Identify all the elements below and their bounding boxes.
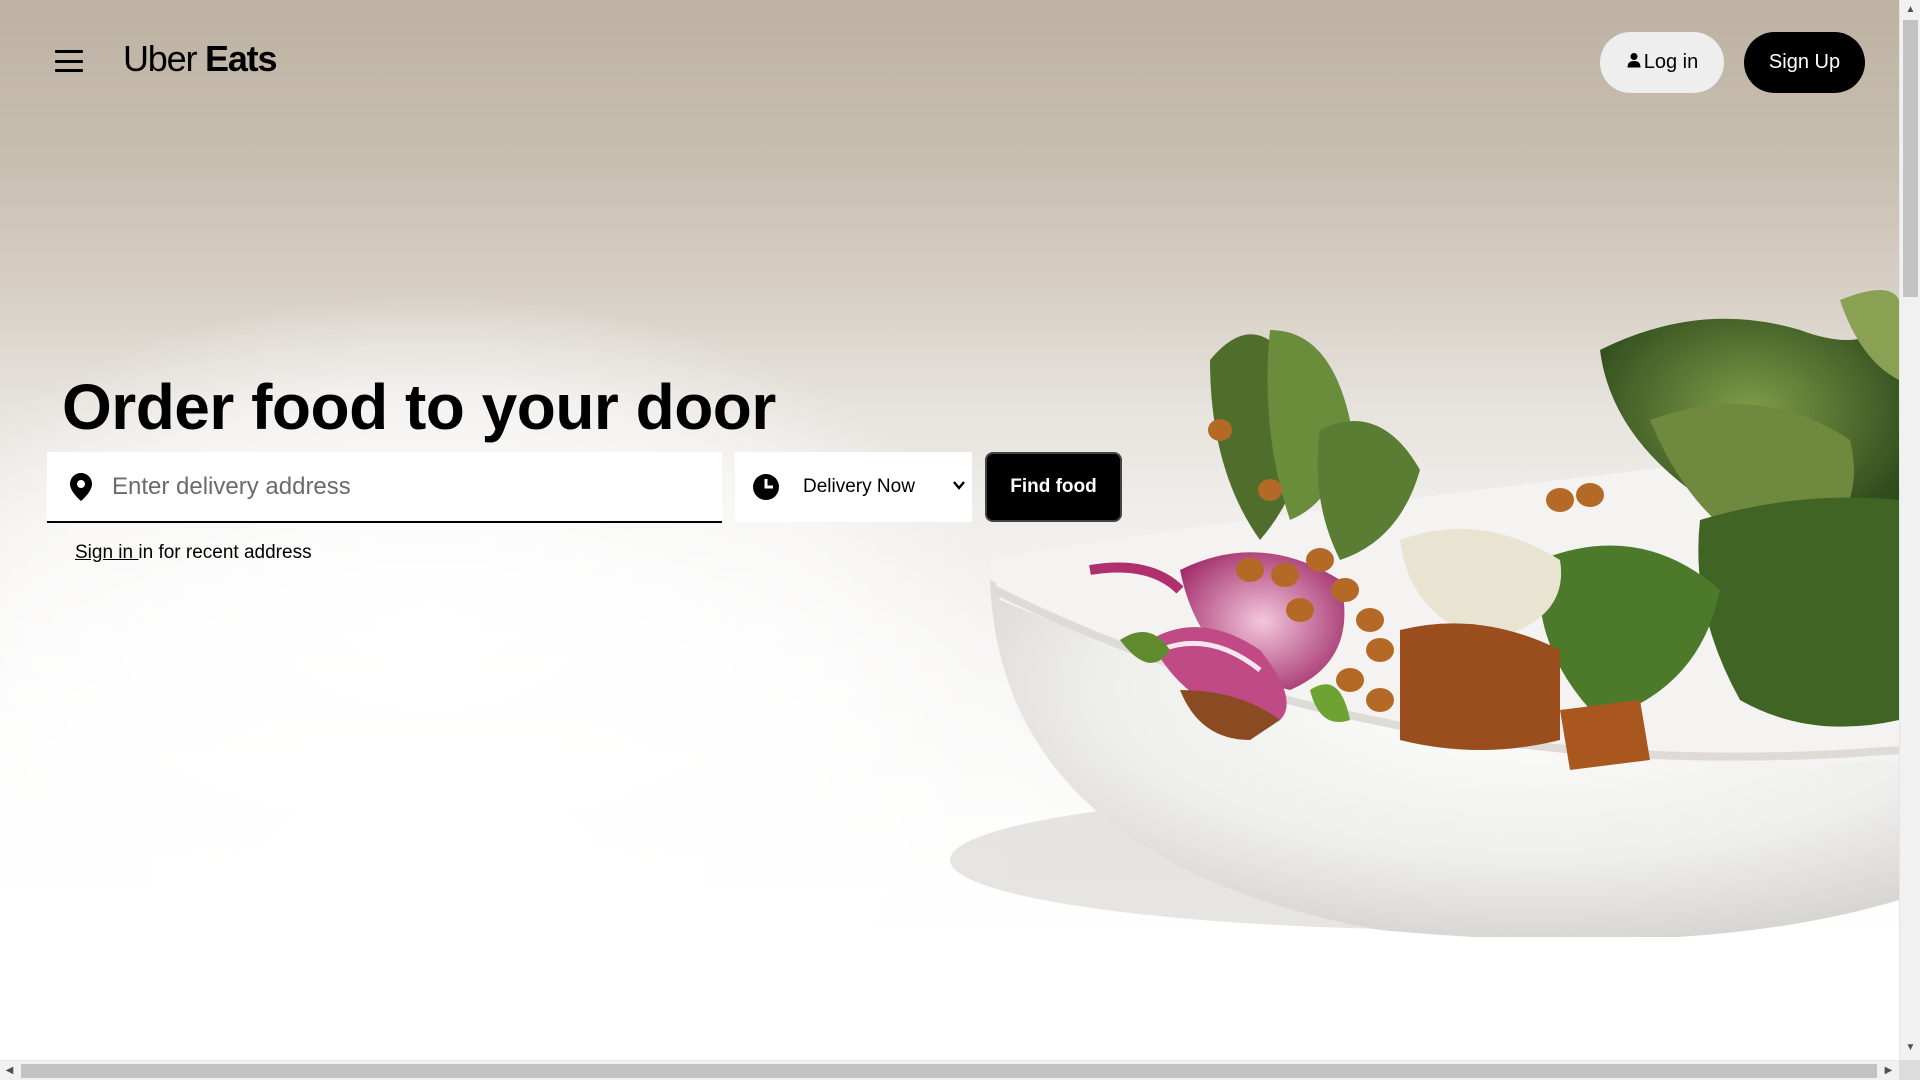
scroll-down-arrow-icon[interactable]: ▼ xyxy=(1905,1042,1916,1053)
scroll-left-arrow-icon[interactable]: ◀ xyxy=(4,1065,15,1076)
scroll-right-arrow-icon[interactable]: ▶ xyxy=(1883,1065,1894,1076)
uber-eats-logo[interactable]: Uber Eats xyxy=(123,38,278,80)
person-icon xyxy=(1626,51,1642,74)
find-food-button[interactable]: Find food xyxy=(985,452,1122,522)
signin-hint-text: in for recent address xyxy=(138,542,312,563)
login-button[interactable]: Log in xyxy=(1600,32,1724,93)
scrollbar-corner xyxy=(1899,1060,1920,1080)
hamburger-menu-icon[interactable] xyxy=(52,46,86,76)
signin-link[interactable]: Sign in xyxy=(75,542,138,563)
horizontal-scroll-thumb[interactable] xyxy=(21,1064,1877,1078)
scroll-up-arrow-icon[interactable]: ▲ xyxy=(1905,4,1916,15)
delivery-time-select[interactable]: Delivery Now xyxy=(735,452,972,522)
signup-button[interactable]: Sign Up xyxy=(1744,32,1865,93)
page-title: Order food to your door xyxy=(62,371,776,443)
address-input[interactable] xyxy=(112,472,672,501)
horizontal-scrollbar[interactable]: ◀ ▶ xyxy=(0,1060,1899,1080)
location-pin-icon xyxy=(66,472,96,502)
address-field[interactable] xyxy=(47,452,722,523)
vertical-scroll-thumb[interactable] xyxy=(1903,20,1918,297)
delivery-time-value: Delivery Now xyxy=(803,476,915,497)
login-label: Log in xyxy=(1643,51,1699,73)
chevron-down-icon xyxy=(953,481,965,490)
vertical-scrollbar[interactable]: ▲ ▼ xyxy=(1899,0,1920,1060)
clock-icon xyxy=(753,474,779,500)
signin-hint: Sign in in for recent address xyxy=(75,542,312,564)
